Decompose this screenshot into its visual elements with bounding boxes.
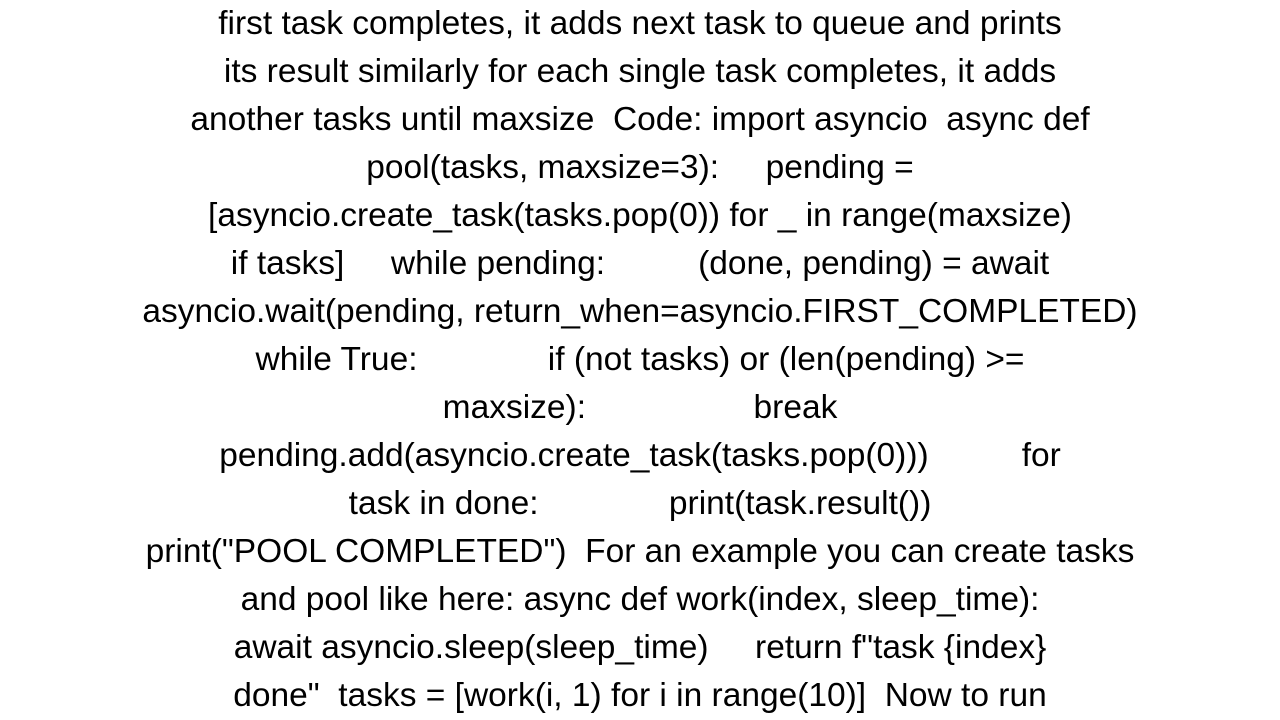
document-body-text: first task completes, it adds next task … [142, 0, 1137, 720]
document-viewport: first task completes, it adds next task … [0, 0, 1280, 720]
